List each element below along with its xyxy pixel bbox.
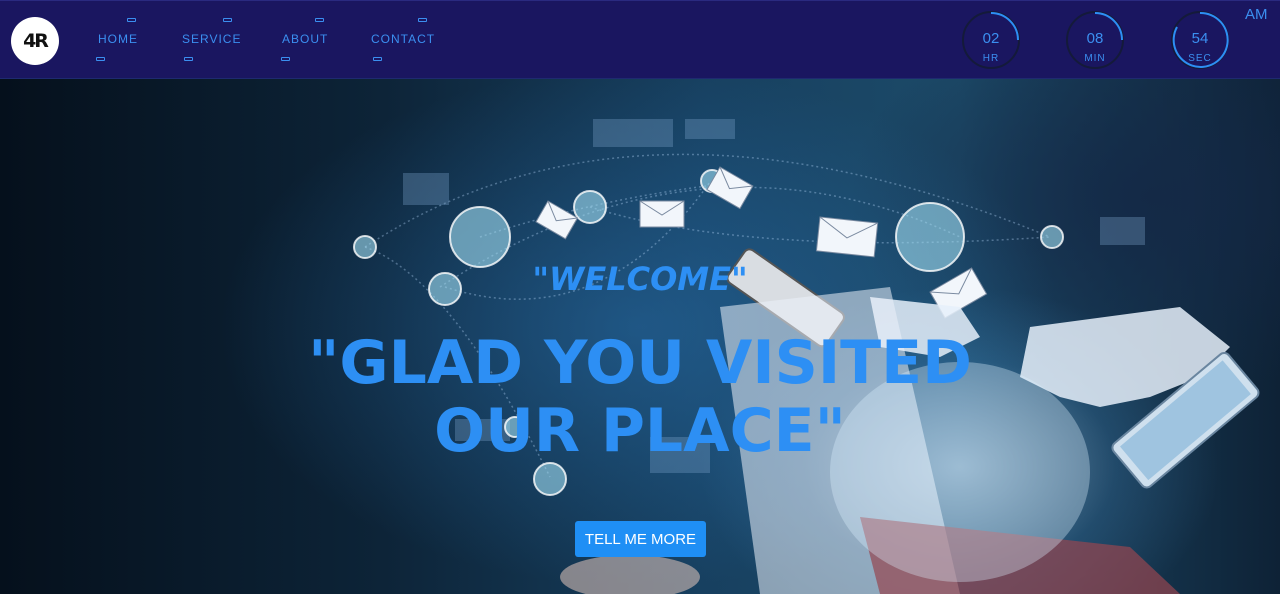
nav-contact[interactable]: CONTACT — [371, 32, 435, 46]
nav-home[interactable]: HOME — [98, 32, 138, 46]
welcome-heading: "WELCOME" — [532, 260, 748, 298]
clock-minutes-value: 08 — [1086, 30, 1104, 47]
nav-decoration-icon — [418, 18, 427, 22]
nav-decoration-icon — [281, 57, 290, 61]
nav-decoration-icon — [184, 57, 193, 61]
hero-banner: "WELCOME" "GLAD YOU VISITED OUR PLACE" T… — [0, 77, 1280, 594]
nav-decoration-icon — [315, 18, 324, 22]
clock-hours: 02 HR — [962, 11, 1020, 69]
logo[interactable]: 4R — [11, 17, 59, 65]
tell-me-more-button[interactable]: TELL ME MORE — [575, 521, 706, 557]
nav-decoration-icon — [223, 18, 232, 22]
logo-text: 4R — [23, 30, 49, 52]
clock-period: AM — [1245, 6, 1268, 23]
clock-minutes-label: MIN — [1084, 53, 1106, 64]
clock-seconds-label: SEC — [1188, 53, 1212, 64]
hero-headline: "GLAD YOU VISITED OUR PLACE" — [308, 328, 972, 466]
nav-service[interactable]: SERVICE — [182, 32, 241, 46]
nav-decoration-icon — [127, 18, 136, 22]
clock-hours-value: 02 — [982, 30, 1000, 47]
clock-hours-label: HR — [982, 53, 1000, 64]
nav-about[interactable]: ABOUT — [282, 32, 328, 46]
clock-minutes: 08 MIN — [1066, 11, 1124, 69]
clock-seconds: 54 SEC — [1171, 11, 1229, 69]
nav-decoration-icon — [96, 57, 105, 61]
navbar: 4R HOME SERVICE ABOUT CONTACT 02 HR 08 M… — [0, 0, 1280, 79]
nav-decoration-icon — [373, 57, 382, 61]
clock-seconds-value: 54 — [1191, 30, 1209, 47]
